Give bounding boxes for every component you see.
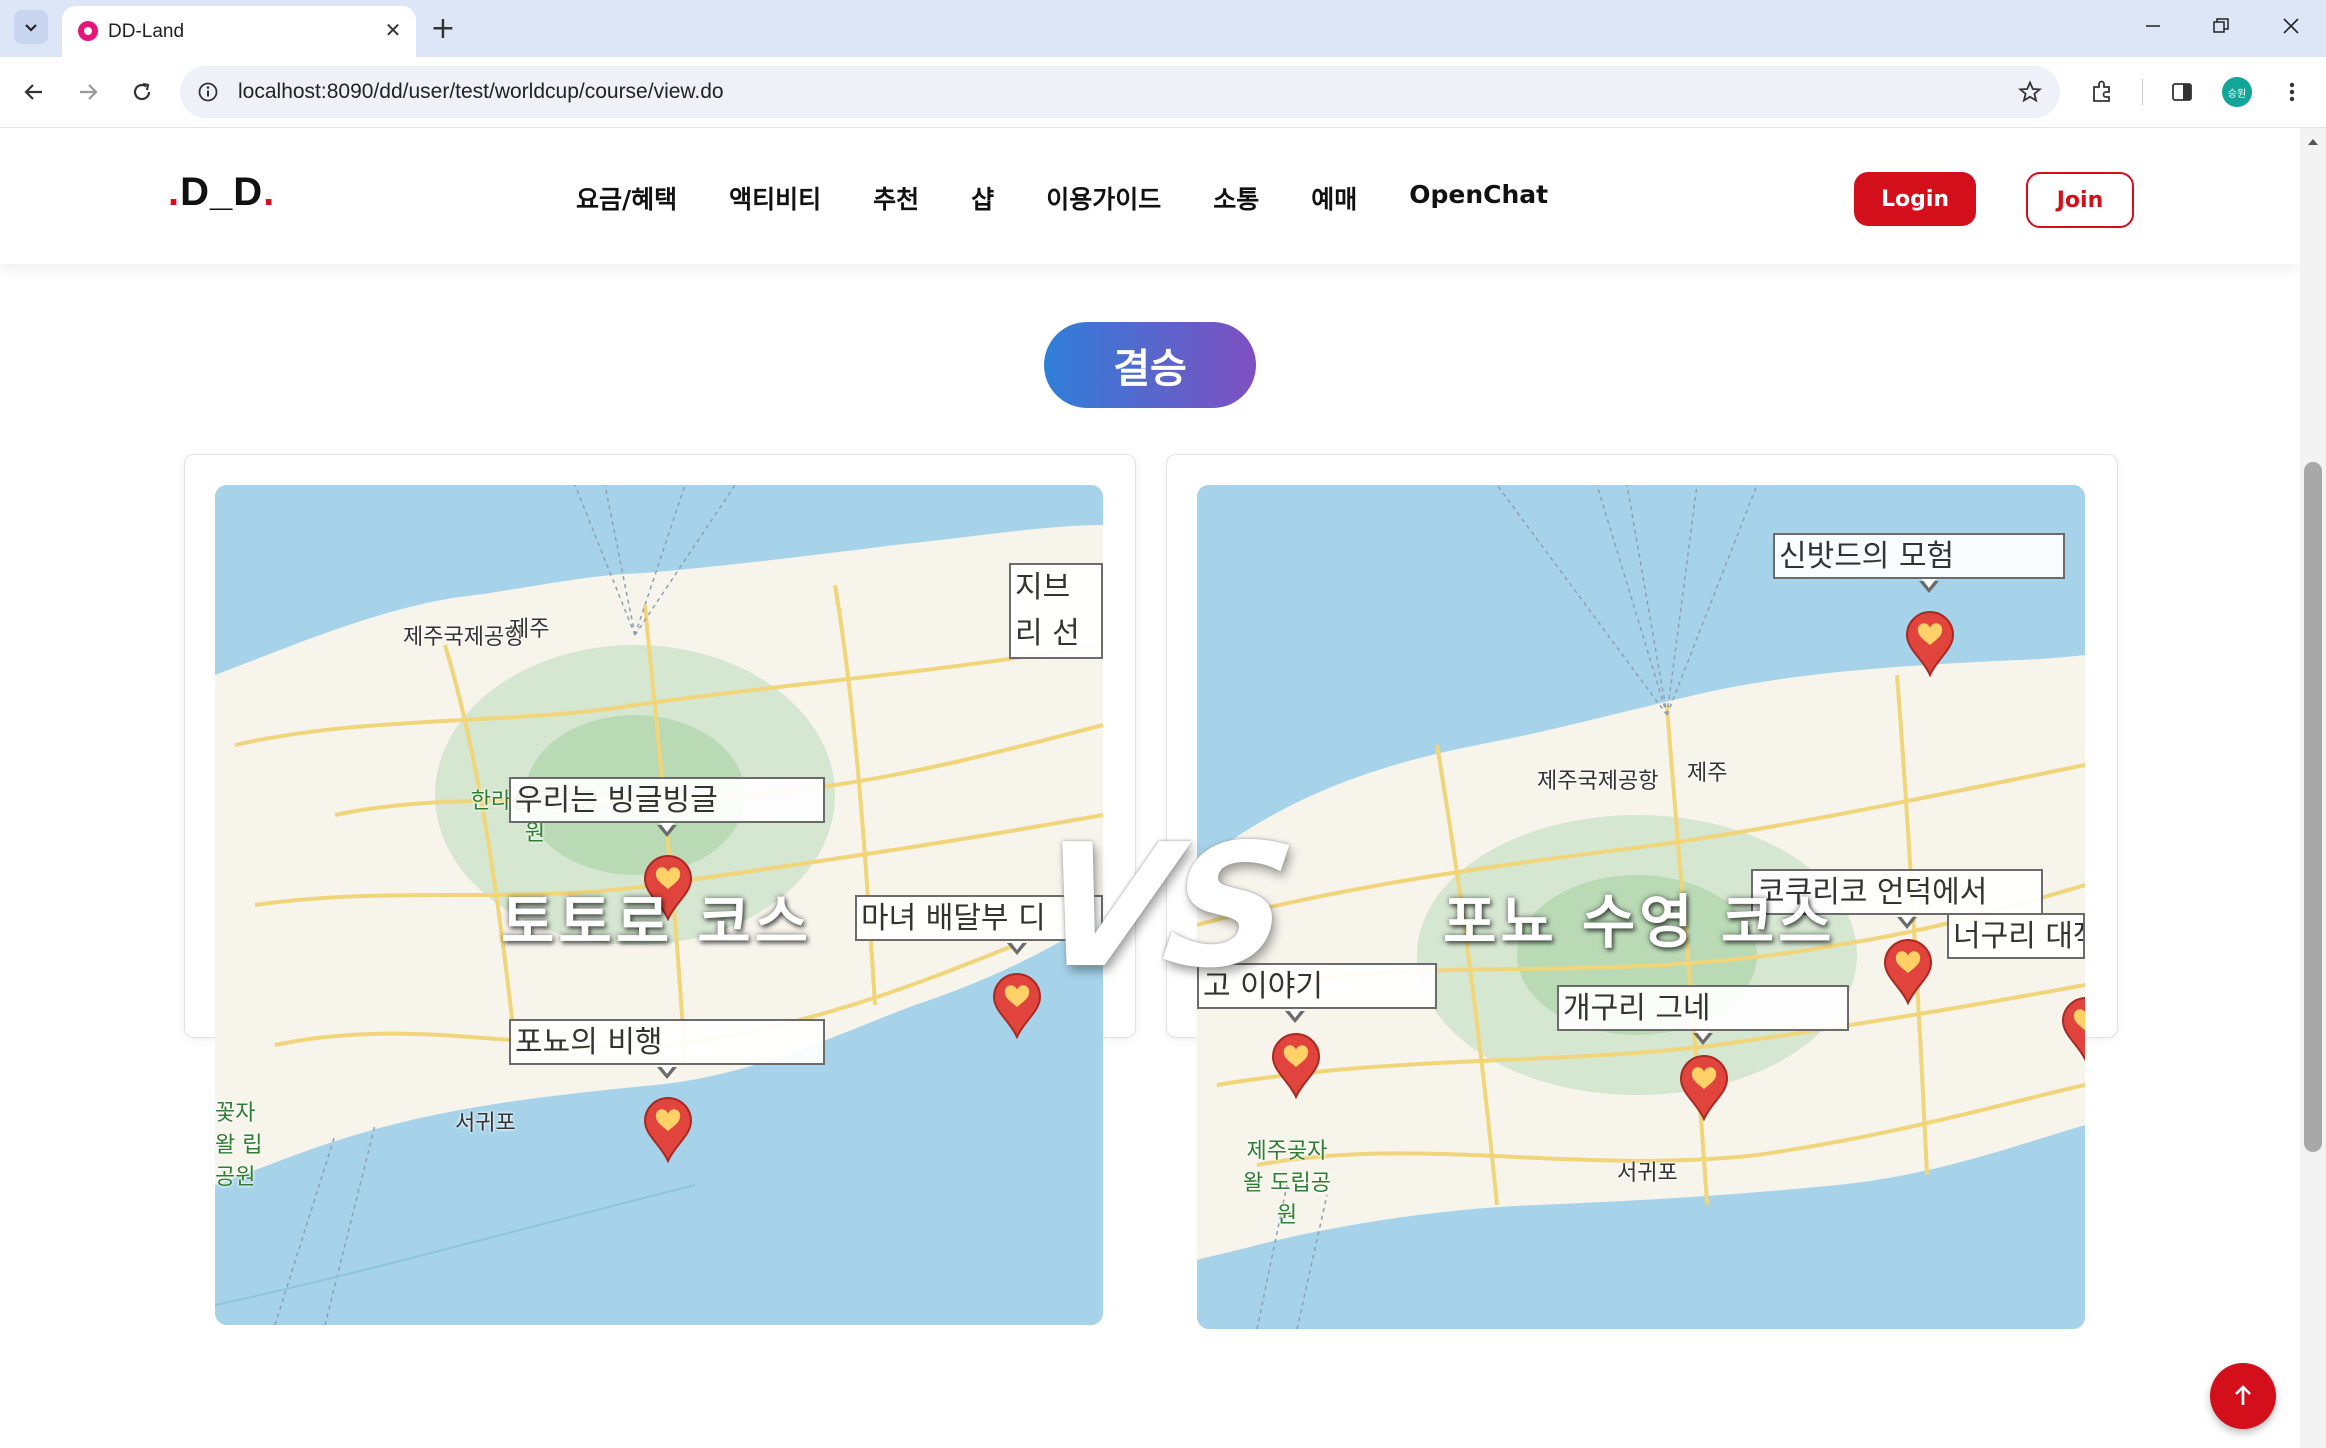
reload-icon (133, 82, 151, 101)
label-pointer (1007, 941, 1027, 955)
spot-label[interactable]: 지브리 선 (1009, 563, 1103, 659)
forward-button[interactable] (68, 72, 108, 112)
tab-search-button[interactable] (14, 10, 48, 44)
spot-label[interactable]: 너구리 대작 (1947, 913, 2085, 959)
nav-recommend[interactable]: 추천 (873, 180, 919, 216)
site-info-icon[interactable] (192, 76, 224, 108)
nav-shop[interactable]: 샵 (971, 180, 994, 216)
flower-favicon-icon (78, 21, 98, 41)
address-bar[interactable]: localhost:8090/dd/user/test/worldcup/cou… (180, 66, 2060, 118)
minimize-icon (2146, 25, 2160, 27)
label-pointer (657, 823, 677, 837)
place-jeju-left: 제주 (509, 617, 550, 642)
spot-label[interactable]: 신밧드의 모험 (1773, 533, 2065, 579)
tab-title: DD-Land (108, 21, 185, 42)
place-seogwipo-left: 서귀포 (455, 1111, 516, 1136)
main-nav: 요금/혜택 액티비티 추천 샵 이용가이드 소통 예매 OpenChat (576, 180, 1600, 216)
label-pointer (1919, 579, 1939, 593)
url-text: localhost:8090/dd/user/test/worldcup/cou… (238, 80, 724, 103)
browser-tabstrip: DD-Land ✕ + (0, 0, 2326, 57)
side-panel-icon (2172, 83, 2192, 101)
nav-pricing[interactable]: 요금/혜택 (576, 180, 677, 216)
place-airport-right: 제주국제공항 (1537, 769, 1659, 794)
side-panel-button[interactable] (2162, 72, 2202, 112)
course-card-right[interactable]: 제주국제공항 제주 서귀포 제주곶자왈 도립공원 신밧드의 모험 코쿠리코 언덕… (1166, 454, 2118, 1329)
place-jeju-right: 제주 (1687, 761, 1728, 786)
site-logo[interactable]: .D_D. (168, 170, 275, 215)
back-button[interactable] (14, 72, 54, 112)
minimize-button[interactable] (2128, 8, 2178, 44)
heart-pin-icon[interactable] (1881, 939, 1935, 1005)
label-pointer (1897, 915, 1917, 929)
heart-pin-icon[interactable] (641, 1097, 695, 1163)
reload-button[interactable] (122, 72, 162, 112)
place-gotjawal-left: 꽃자왈 립공원 (215, 1101, 263, 1190)
toolbar-divider (2142, 79, 2143, 105)
new-tab-button[interactable]: + (426, 11, 460, 46)
scroll-to-top-button[interactable] (2210, 1363, 2276, 1429)
course-title-left: 토토로 코스 (501, 888, 812, 956)
round-badge: 결승 (1044, 322, 1256, 408)
course-card-left[interactable]: 제주국제공항 제주 한라산 국립공원 서귀포 꽃자왈 립공원 우리는 빙글빙글 … (184, 454, 1136, 1325)
label-pointer (657, 1065, 677, 1079)
course-title-right: 포뇨 수영 코스 (1443, 888, 1836, 956)
bookmark-star-icon[interactable] (2014, 76, 2046, 108)
more-vertical-icon (2289, 82, 2295, 102)
extensions-button[interactable] (2082, 72, 2122, 112)
arrow-up-icon (2235, 1385, 2251, 1405)
nav-guide[interactable]: 이용가이드 (1046, 180, 1161, 216)
nav-activity[interactable]: 액티비티 (729, 180, 821, 216)
vs-emblem: VS (1026, 808, 1300, 1006)
place-gotjawal-right: 제주곶자왈 도립공원 (1243, 1139, 1331, 1228)
restore-icon (2213, 18, 2229, 33)
forward-arrow-icon (80, 84, 98, 100)
place-airport-left: 제주국제공항 (403, 625, 525, 650)
close-window-button[interactable] (2266, 8, 2316, 44)
tab-close-icon[interactable]: ✕ (380, 17, 406, 43)
profile-avatar[interactable]: 승원 (2222, 77, 2252, 107)
heart-pin-icon[interactable] (2059, 997, 2085, 1063)
heart-pin-icon[interactable] (1269, 1033, 1323, 1099)
chevron-down-icon (25, 24, 37, 32)
course-map-left[interactable]: 제주국제공항 제주 한라산 국립공원 서귀포 꽃자왈 립공원 우리는 빙글빙글 … (215, 485, 1103, 1325)
back-arrow-icon (24, 84, 42, 100)
course-map-right[interactable]: 제주국제공항 제주 서귀포 제주곶자왈 도립공원 신밧드의 모험 코쿠리코 언덕… (1197, 485, 2085, 1329)
page-viewport: .D_D. 요금/혜택 액티비티 추천 샵 이용가이드 소통 예매 OpenCh… (0, 128, 2326, 1448)
spot-label[interactable]: 포뇨의 비행 (509, 1019, 825, 1065)
scroll-up-arrow-icon[interactable] (2306, 134, 2320, 148)
spot-label[interactable]: 우리는 빙글빙글 (509, 777, 825, 823)
browser-toolbar: localhost:8090/dd/user/test/worldcup/cou… (0, 57, 2326, 128)
spot-label[interactable]: 개구리 그네 (1557, 985, 1849, 1031)
browser-tab[interactable]: DD-Land ✕ (62, 6, 416, 57)
close-icon (2283, 18, 2299, 34)
site-header: .D_D. 요금/혜택 액티비티 추천 샵 이용가이드 소통 예매 OpenCh… (0, 128, 2300, 264)
nav-booking[interactable]: 예매 (1311, 180, 1357, 216)
heart-pin-icon[interactable] (1677, 1055, 1731, 1121)
scrollbar-thumb[interactable] (2304, 462, 2322, 1152)
join-button[interactable]: Join (2026, 172, 2134, 228)
puzzle-icon (2093, 80, 2110, 102)
nav-openchat[interactable]: OpenChat (1409, 180, 1548, 216)
place-seogwipo-right: 서귀포 (1617, 1161, 1678, 1186)
login-button[interactable]: Login (1854, 172, 1976, 226)
heart-pin-icon[interactable] (1903, 611, 1957, 677)
restore-button[interactable] (2196, 8, 2246, 44)
nav-community[interactable]: 소통 (1213, 180, 1259, 216)
label-pointer (1693, 1031, 1713, 1045)
label-pointer (1285, 1009, 1305, 1023)
menu-button[interactable] (2272, 72, 2312, 112)
